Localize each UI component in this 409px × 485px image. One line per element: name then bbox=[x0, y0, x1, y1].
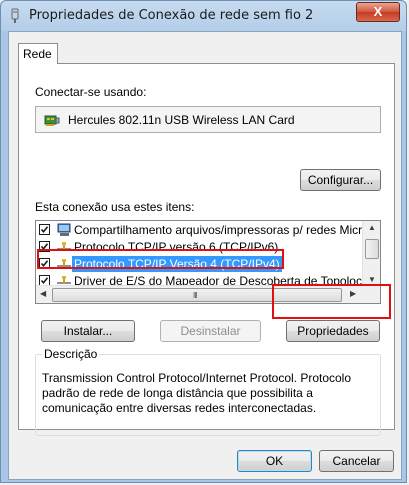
description-title: Descrição bbox=[42, 347, 100, 361]
install-button[interactable]: Instalar... bbox=[41, 320, 135, 342]
description-group: Descrição Transmission Control Protocol/… bbox=[35, 347, 381, 436]
tab-panel: Conectar-se usando: Hercules 802.11n USB… bbox=[18, 63, 395, 436]
horizontal-scrollbar[interactable]: ◀ III ▶ bbox=[36, 285, 364, 303]
items-label: Esta conexão usa estes itens: bbox=[35, 200, 195, 214]
cancel-button[interactable]: Cancelar bbox=[319, 450, 394, 472]
scroll-corner bbox=[363, 286, 380, 303]
item-label: Protocolo TCP/IP versão 6 (TCP/IPv6) bbox=[74, 240, 279, 254]
dialog-body: Rede Conectar-se usando: Hercules 802.11… bbox=[8, 31, 402, 480]
scroll-right-icon[interactable]: ▶ bbox=[350, 289, 356, 298]
grip-icon: III bbox=[193, 291, 198, 300]
scroll-up-icon[interactable]: ▲ bbox=[368, 223, 376, 232]
scroll-left-icon[interactable]: ◀ bbox=[40, 289, 46, 298]
item-checkbox[interactable] bbox=[39, 241, 50, 252]
ok-button[interactable]: OK bbox=[237, 450, 312, 472]
vertical-scroll-thumb[interactable] bbox=[365, 239, 379, 259]
adapter-box: Hercules 802.11n USB Wireless LAN Card bbox=[35, 106, 381, 133]
connect-using-label: Conectar-se usando: bbox=[35, 85, 147, 99]
list-item-file-sharing[interactable]: Compartilhamento arquivos/impressoras p/… bbox=[36, 222, 369, 239]
properties-dialog: Propriedades de Conexão de rede sem fio … bbox=[0, 0, 407, 483]
close-button[interactable]: X bbox=[356, 2, 400, 22]
item-checkbox[interactable] bbox=[39, 258, 50, 269]
share-icon bbox=[57, 223, 71, 236]
items-list[interactable]: Compartilhamento arquivos/impressoras p/… bbox=[35, 220, 381, 304]
network-card-icon bbox=[44, 115, 60, 126]
scroll-down-icon[interactable]: ▼ bbox=[368, 275, 376, 284]
list-item-tcpip-v6[interactable]: Protocolo TCP/IP versão 6 (TCP/IPv6) bbox=[36, 239, 362, 256]
horizontal-scroll-thumb[interactable]: III bbox=[52, 288, 342, 302]
title-bar[interactable]: Propriedades de Conexão de rede sem fio … bbox=[1, 1, 406, 31]
network-protocol-icon bbox=[57, 259, 71, 267]
tab-rede[interactable]: Rede bbox=[18, 43, 58, 64]
item-label: Protocolo TCP/IP Versão 4 (TCP/IPv4) bbox=[72, 256, 282, 272]
list-item-tcpip-v4[interactable]: Protocolo TCP/IP Versão 4 (TCP/IPv4) bbox=[36, 256, 362, 273]
item-checkbox[interactable] bbox=[39, 224, 50, 235]
network-protocol-icon bbox=[57, 242, 71, 250]
description-text: Transmission Control Protocol/Internet P… bbox=[42, 371, 352, 415]
uninstall-button[interactable]: Desinstalar bbox=[160, 320, 261, 342]
window-title: Propriedades de Conexão de rede sem fio … bbox=[29, 8, 314, 23]
network-adapter-icon bbox=[11, 8, 19, 23]
item-label: Compartilhamento arquivos/impressoras p/… bbox=[74, 223, 369, 237]
properties-button[interactable]: Propriedades bbox=[286, 320, 380, 342]
configure-button[interactable]: Configurar... bbox=[300, 169, 381, 191]
vertical-scrollbar[interactable]: ▲ ▼ bbox=[362, 221, 380, 287]
adapter-name: Hercules 802.11n USB Wireless LAN Card bbox=[68, 113, 295, 127]
